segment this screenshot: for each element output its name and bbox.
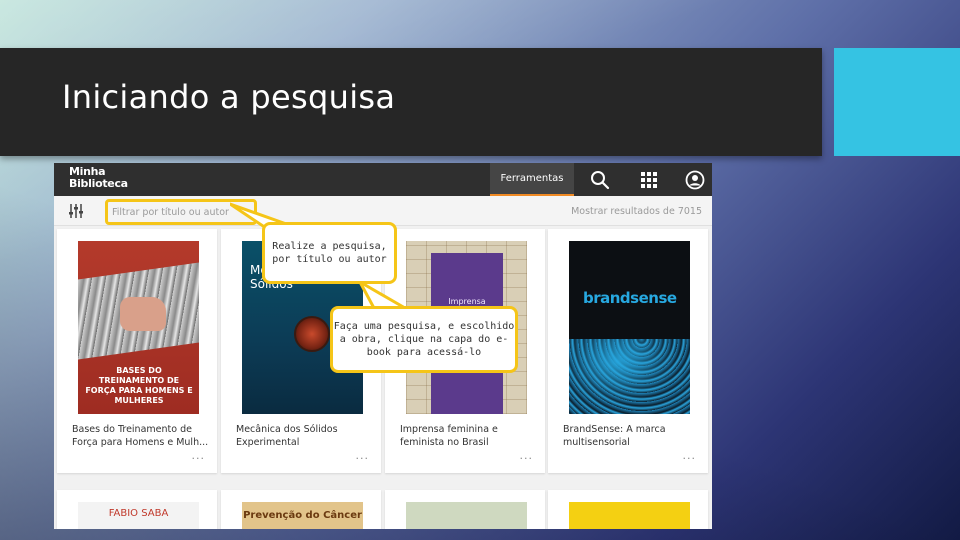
tools-button[interactable]: Ferramentas bbox=[490, 163, 574, 196]
app-topbar: Minha Biblioteca Ferramentas bbox=[54, 163, 712, 196]
book-card[interactable]: brandsense BrandSense: A marca multisens… bbox=[548, 229, 708, 473]
logo-line-2: Biblioteca bbox=[69, 177, 128, 190]
book-title[interactable]: Imprensa feminina e feminista no Brasil bbox=[400, 423, 540, 449]
book-card[interactable] bbox=[548, 490, 708, 529]
cover-art bbox=[294, 316, 330, 352]
cover-art bbox=[120, 297, 166, 331]
callout-open-ebook-tip: Faça uma pesquisa, e escolhido a obra, c… bbox=[330, 306, 518, 373]
book-title[interactable]: Bases do Treinamento de Força para Homen… bbox=[72, 423, 212, 449]
book-card[interactable]: BASES DO TREINAMENTO DE FORÇA PARA HOMEN… bbox=[57, 229, 217, 473]
book-cover[interactable]: FABIO SABA bbox=[78, 502, 199, 529]
apps-grid-icon[interactable] bbox=[639, 170, 659, 190]
book-cover[interactable]: brandsense bbox=[569, 241, 690, 414]
account-icon[interactable] bbox=[685, 170, 705, 190]
book-cover[interactable]: Prevenção do Câncer bbox=[242, 502, 363, 529]
callout-search-tip: Realize a pesquisa, por título ou autor bbox=[262, 222, 397, 284]
accent-square bbox=[834, 48, 960, 156]
filter-sliders-icon[interactable] bbox=[68, 203, 84, 219]
more-options-icon[interactable]: ··· bbox=[356, 453, 370, 464]
cover-title: brandsense bbox=[583, 289, 677, 307]
book-cover[interactable] bbox=[406, 502, 527, 529]
search-icon[interactable] bbox=[590, 170, 610, 190]
more-options-icon[interactable]: ··· bbox=[683, 453, 697, 464]
more-options-icon[interactable]: ··· bbox=[520, 453, 534, 464]
cover-title: FABIO SABA bbox=[108, 508, 169, 519]
cover-art bbox=[569, 339, 690, 414]
book-cover[interactable] bbox=[569, 502, 690, 529]
cover-title-text: brandsense bbox=[583, 289, 677, 307]
app-logo[interactable]: Minha Biblioteca bbox=[69, 166, 128, 190]
book-title[interactable]: Mecânica dos Sólidos Experimental bbox=[236, 423, 376, 449]
book-title[interactable]: BrandSense: A marca multisensorial bbox=[563, 423, 703, 449]
book-cover[interactable]: BASES DO TREINAMENTO DE FORÇA PARA HOMEN… bbox=[78, 241, 199, 414]
more-options-icon[interactable]: ··· bbox=[192, 453, 206, 464]
cover-title: BASES DO TREINAMENTO DE FORÇA PARA HOMEN… bbox=[85, 366, 193, 405]
book-card[interactable] bbox=[385, 490, 545, 529]
cover-title: Prevenção do Câncer bbox=[243, 510, 362, 521]
slide-title: Iniciando a pesquisa bbox=[62, 78, 396, 116]
results-count: Mostrar resultados de 7015 bbox=[571, 206, 702, 217]
book-card[interactable]: FABIO SABA bbox=[57, 490, 217, 529]
book-card[interactable]: Prevenção do Câncer bbox=[221, 490, 381, 529]
